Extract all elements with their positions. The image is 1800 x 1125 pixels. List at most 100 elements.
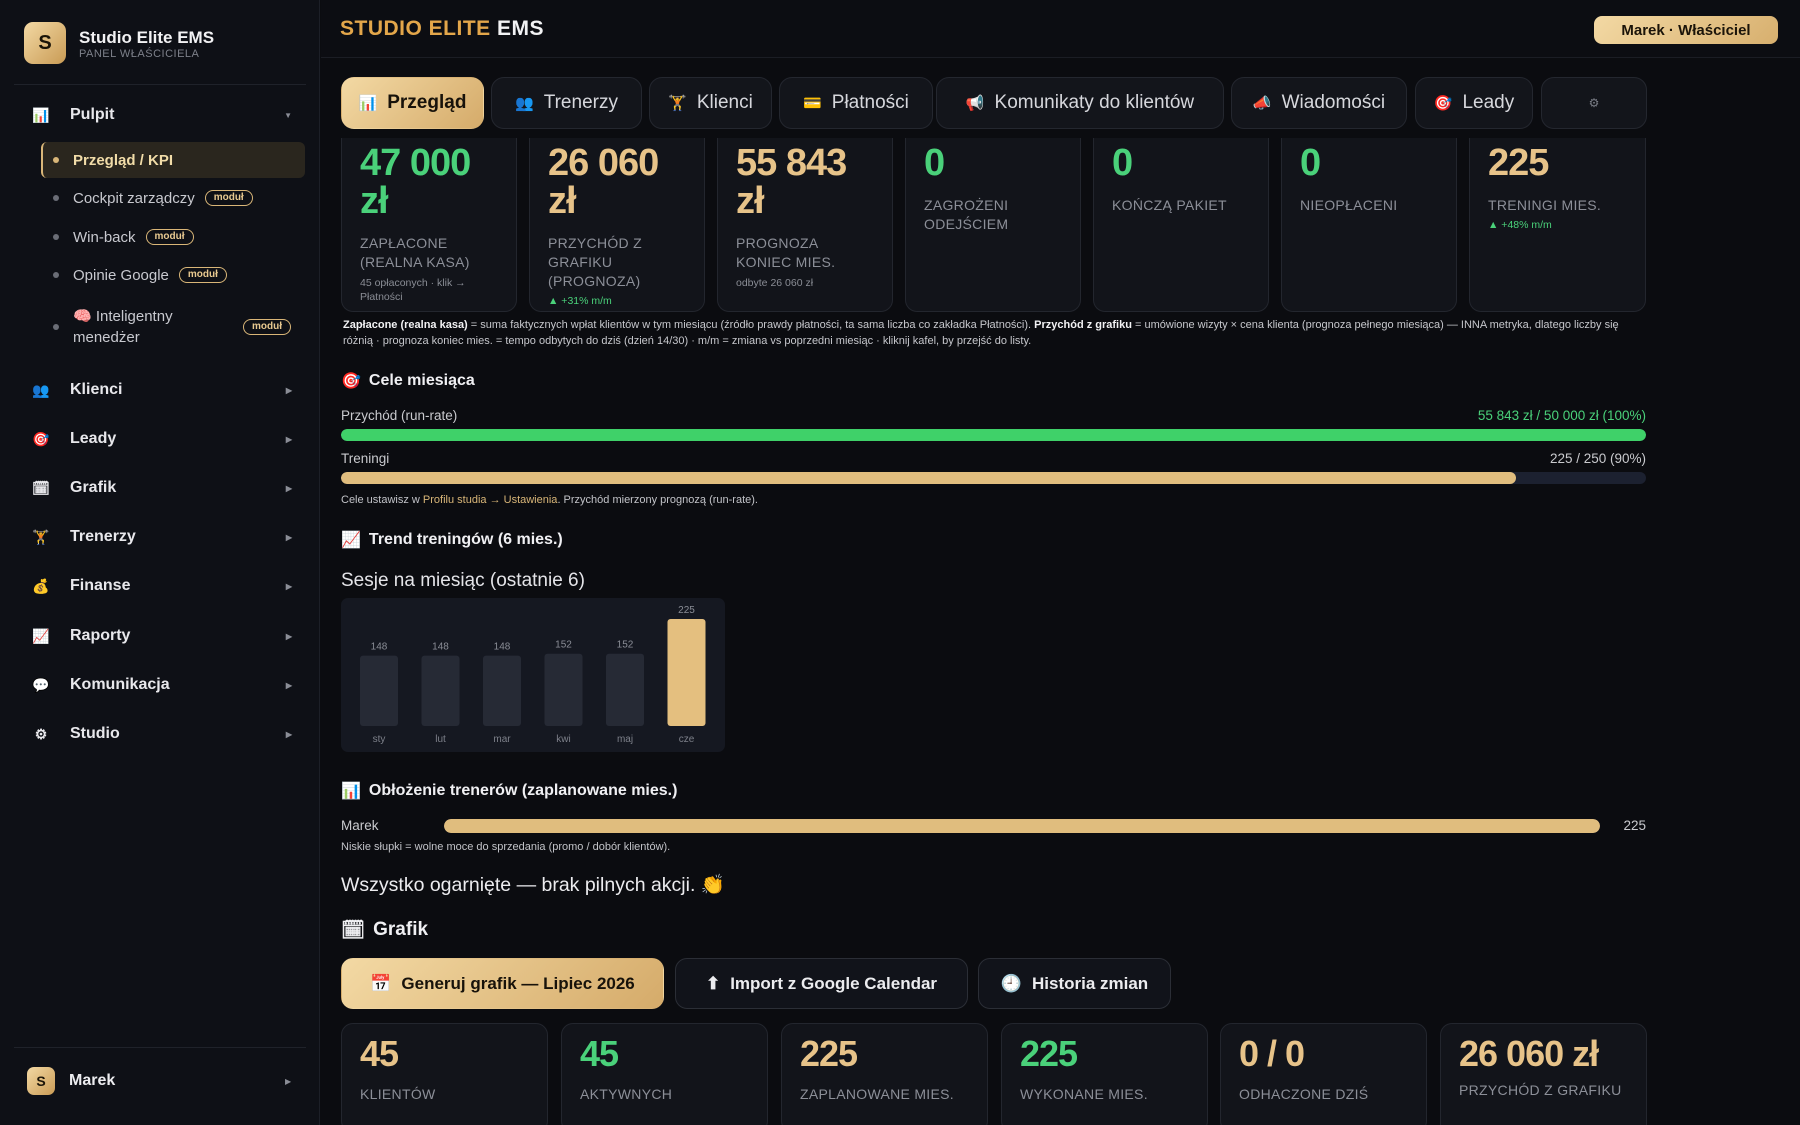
kpi-label: ZAGROŻENI ODEJŚCIEM	[924, 197, 1009, 232]
kpi-card-treningi[interactable]: 225 TRENINGI MIES. ▲ +48% m/m	[1469, 138, 1646, 312]
sidebar-subitem-win-back[interactable]: Win-back moduł	[41, 220, 305, 254]
chart-bar-sty	[360, 655, 398, 726]
kpi-value: 0	[1300, 142, 1321, 184]
sidebar-item-label: Pulpit	[70, 106, 115, 123]
tab-label: Przegląd	[387, 92, 467, 113]
tab-platnosci[interactable]: 💳 Płatności	[779, 77, 933, 129]
stat-value: 45	[360, 1033, 399, 1074]
sidebar-item-label: Finanse	[70, 577, 131, 594]
sidebar-subitem-opinie-google[interactable]: Opinie Google moduł	[41, 258, 305, 292]
kpi-card-zaplacone[interactable]: 47 000 zł ZAPŁACONE (REALNA KASA) 45 opł…	[341, 138, 517, 312]
module-badge: moduł	[204, 190, 253, 206]
calendar-icon: 🗓	[341, 920, 366, 941]
sidebar-item-label: Komunikacja	[70, 676, 170, 693]
section-title-text: Grafik	[373, 919, 429, 940]
gear-icon: ⚙	[34, 725, 48, 742]
goals-note-text: Cele ustawisz w	[341, 494, 423, 506]
note-bold: Przychód z grafiku	[1034, 319, 1132, 331]
kpi-delta: ▲ +31% m/m	[548, 295, 612, 307]
kpi-card-zagrozeni[interactable]: 0 ZAGROŻENI ODEJŚCIEM	[905, 138, 1081, 312]
tab-trenerzy[interactable]: 👥 Trenerzy	[491, 77, 642, 129]
chevron-right-icon: ▶	[285, 483, 292, 493]
kpi-card-koncza-pakiet[interactable]: 0 KOŃCZĄ PAKIET	[1093, 138, 1269, 312]
tab-label: Klienci	[696, 92, 753, 113]
kpi-explanation: Zapłacone (realna kasa) = suma faktyczny…	[343, 318, 1643, 349]
bar-chart-icon: 📊	[32, 106, 50, 123]
kpi-card-prognoza[interactable]: 55 843 zł PROGNOZA KONIEC MIES. odbyte 2…	[717, 138, 893, 312]
sidebar-item-finanse[interactable]: 💰 Finanse ▶	[14, 566, 306, 606]
button-label: Import z Google Calendar	[730, 973, 938, 993]
tab-komunikaty[interactable]: 📢 Komunikaty do klientów	[936, 77, 1224, 129]
stat-label: PRZYCHÓD Z GRAFIKU	[1459, 1082, 1622, 1098]
sidebar-subitem-inteligentny-menedzer[interactable]: 🧠 Inteligentny menedżer moduł	[41, 303, 305, 351]
trainings-goal-fill	[341, 472, 1516, 484]
sidebar-item-studio[interactable]: ⚙ Studio ▶	[14, 714, 306, 754]
sidebar-item-klienci[interactable]: 👥 Klienci ▶	[14, 370, 306, 410]
sessions-bar-chart: 148 sty 148 lut 148 mar 152 kwi 152 maj 225 cze	[341, 598, 725, 752]
sidebar-item-label: Grafik	[70, 479, 117, 496]
kpi-label: KOŃCZĄ PAKIET	[1112, 197, 1227, 213]
kpi-value: 0	[1112, 142, 1133, 184]
chevron-right-icon[interactable]: ▶	[285, 1077, 291, 1086]
tab-label: Leady	[1462, 92, 1515, 113]
sidebar-item-komunikacja[interactable]: 💬 Komunikacja ▶	[14, 665, 306, 705]
upload-icon: ⬆	[705, 973, 721, 993]
chart-value-label: 225	[678, 605, 695, 616]
button-label: Generuj grafik — Lipiec 2026	[401, 973, 635, 993]
stat-label: KLIENTÓW	[360, 1086, 436, 1102]
section-title-trainers: 📊 Obłożenie trenerów (zaplanowane mies.)	[341, 781, 677, 801]
user-name[interactable]: Marek	[69, 1072, 115, 1090]
bullet-icon	[53, 234, 59, 240]
tab-przeglad[interactable]: 📊 Przegląd	[341, 77, 484, 129]
sidebar-subitem-cockpit[interactable]: Cockpit zarządczy moduł	[41, 181, 305, 215]
tab-wiadomosci[interactable]: 📣 Wiadomości	[1231, 77, 1407, 129]
chart-bar-mar	[483, 655, 521, 726]
kpi-value: 55 843 zł	[736, 142, 847, 222]
app-title-white: EMS	[497, 17, 545, 40]
status-message: Wszystko ogarnięte — brak pilnych akcji.…	[341, 874, 726, 896]
chevron-right-icon: ▶	[285, 729, 292, 739]
tab-leady[interactable]: 🎯 Leady	[1415, 77, 1533, 129]
bar-chart-icon: 📊	[358, 95, 378, 112]
kpi-card-przychod-z-grafiku[interactable]: 26 060 zł PRZYCHÓD Z GRAFIKU (PROGNOZA) …	[529, 138, 705, 312]
chart-value-label: 152	[555, 640, 572, 651]
stat-value: 225	[1020, 1033, 1078, 1074]
sidebar-item-grafik[interactable]: 🗓 Grafik ▶	[14, 468, 306, 508]
kpi-card-nieoplaceni[interactable]: 0 NIEOPŁACENI	[1281, 138, 1457, 312]
kpi-label: TRENINGI MIES.	[1488, 197, 1602, 213]
target-icon: 🎯	[341, 373, 361, 390]
module-badge: moduł	[243, 319, 291, 335]
change-history-button[interactable]: 🕘 Historia zmian	[978, 958, 1171, 1009]
stat-card-przychod: 26 060 zł PRZYCHÓD Z GRAFIKU	[1440, 1023, 1647, 1125]
app-title-gold: STUDIO ELITE	[340, 17, 491, 40]
stat-card-aktywnych: 45 AKTYWNYCH	[561, 1023, 768, 1125]
megaphone-icon: 📢	[965, 95, 985, 112]
kpi-value: 0	[924, 142, 945, 184]
sidebar-item-raporty[interactable]: 📈 Raporty ▶	[14, 616, 306, 656]
note-bold: Zapłacone (realna kasa)	[343, 319, 468, 331]
avatar[interactable]: S	[27, 1067, 55, 1095]
chevron-right-icon: ▶	[285, 680, 292, 690]
trainer-name: Marek	[341, 818, 379, 833]
sidebar-subitem-przeglad-kpi[interactable]: Przegląd / KPI	[41, 142, 305, 178]
tab-klienci[interactable]: 🏋 Klienci	[649, 77, 772, 129]
revenue-goal-value: 55 843 zł / 50 000 zł (100%)	[1477, 408, 1646, 423]
generate-schedule-button[interactable]: 📅 Generuj grafik — Lipiec 2026	[341, 958, 664, 1009]
section-title-goals: 🎯 Cele miesiąca	[341, 371, 475, 391]
stat-card-wykonane: 225 WYKONANE MIES.	[1001, 1023, 1208, 1125]
chart-bar-lut	[421, 655, 460, 726]
sidebar-item-pulpit[interactable]: 📊 Pulpit ▼	[14, 95, 306, 135]
chart-category-label: lut	[435, 734, 446, 745]
sidebar-item-label: Studio	[70, 725, 120, 742]
bullet-icon	[53, 195, 59, 201]
sidebar-item-trenerzy[interactable]: 🏋 Trenerzy ▶	[14, 517, 306, 557]
trainings-goal-bar	[341, 472, 1646, 484]
trainer-load-value: 225	[1623, 818, 1646, 833]
import-google-calendar-button[interactable]: ⬆ Import z Google Calendar	[675, 958, 968, 1009]
owner-account-button[interactable]: Marek · Właściciel	[1594, 16, 1778, 44]
tab-settings[interactable]: ⚙	[1541, 77, 1647, 129]
speech-bubble-icon: 💬	[32, 676, 50, 693]
sidebar-item-leady[interactable]: 🎯 Leady ▶	[14, 419, 306, 459]
settings-link[interactable]: Profilu studia → Ustawienia	[423, 494, 558, 506]
target-icon: 🎯	[32, 430, 50, 447]
